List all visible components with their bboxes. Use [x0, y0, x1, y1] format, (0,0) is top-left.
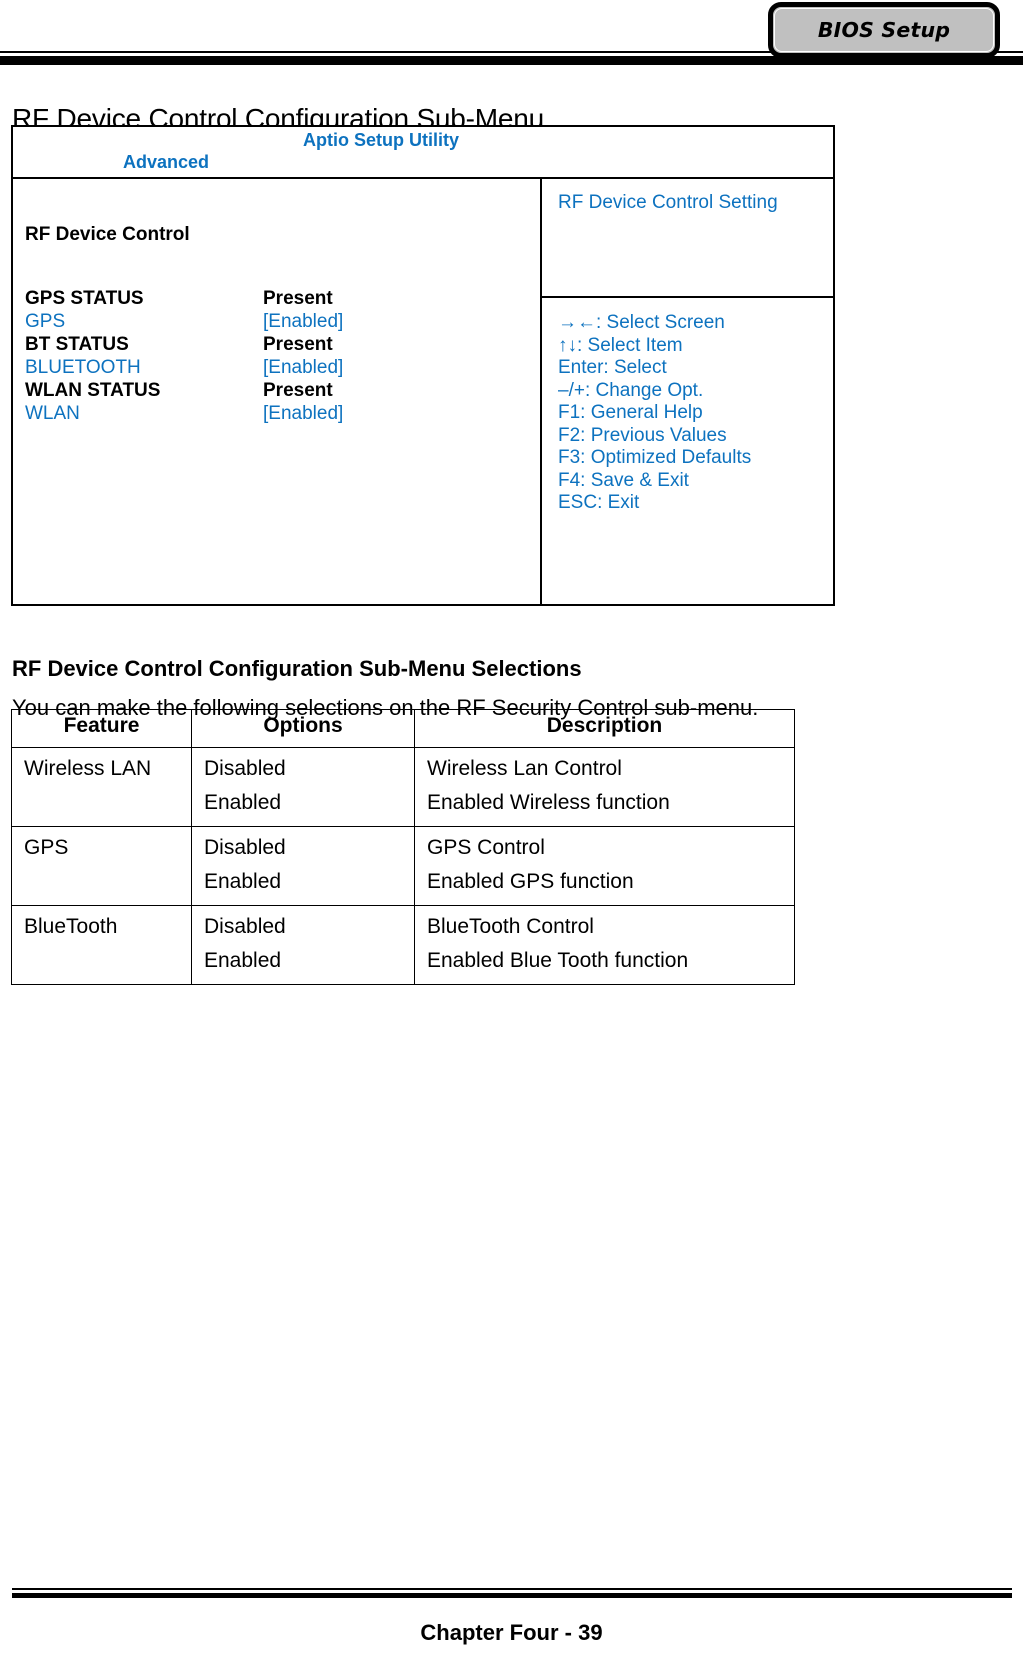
table-row: GPS Disabled Enabled GPS Control Enabled…: [11, 826, 795, 906]
column-header-options: Options: [191, 709, 415, 748]
cell-description: Wireless Lan Control Enabled Wireless fu…: [414, 747, 795, 827]
bios-item-label: BLUETOOTH: [25, 357, 141, 378]
key-legend-change-opt: –/+: Change Opt.: [558, 379, 704, 401]
feature-name: BlueTooth: [24, 915, 118, 938]
bios-row-gps-status: GPS STATUS Present: [25, 287, 525, 310]
table-header-row: Feature Options Description: [11, 709, 795, 748]
bios-body: RF Device Control GPS STATUS Present GPS…: [13, 179, 833, 604]
selections-table: Feature Options Description Wireless LAN…: [11, 709, 795, 985]
key-legend-previous-values: F2: Previous Values: [558, 424, 727, 446]
feature-spacer: [12, 944, 191, 978]
bios-group-label: RF Device Control: [25, 224, 190, 245]
footer-divider-thin: [12, 1588, 1012, 1590]
cell-description: GPS Control Enabled GPS function: [414, 826, 795, 906]
cell-options: Disabled Enabled: [191, 747, 415, 827]
bios-item-value[interactable]: [Enabled]: [263, 402, 343, 425]
bios-row-wlan[interactable]: WLAN [Enabled]: [25, 402, 525, 425]
cell-feature: Wireless LAN: [11, 747, 192, 827]
feature-name: GPS: [24, 836, 69, 859]
bios-row-gps[interactable]: GPS [Enabled]: [25, 310, 525, 333]
option-value: Disabled: [204, 757, 286, 780]
cell-description: BlueTooth Control Enabled Blue Tooth fun…: [414, 905, 795, 985]
description-line: GPS Control: [427, 836, 545, 859]
key-legend-enter-select: Enter: Select: [558, 357, 667, 378]
bios-item-value[interactable]: [Enabled]: [263, 310, 343, 333]
cell-options: Disabled Enabled: [191, 905, 415, 985]
key-legend-select-item: ↑↓: Select Item: [558, 334, 683, 356]
feature-name: Wireless LAN: [24, 757, 152, 780]
bios-help-panel: RF Device Control Setting: [542, 179, 833, 298]
bios-item-value[interactable]: [Enabled]: [263, 356, 343, 379]
bios-help-column: RF Device Control Setting →←: Select Scr…: [542, 179, 833, 604]
description-line: Enabled GPS function: [427, 870, 634, 893]
key-legend-select-screen: →←: Select Screen: [558, 312, 725, 333]
bios-setup-badge: BIOS Setup: [768, 2, 1000, 58]
bios-titlebar: Aptio Setup Utility Advanced: [13, 127, 833, 179]
key-legend-optimized-defaults: F3: Optimized Defaults: [558, 447, 752, 468]
bios-item-value: Present: [263, 334, 333, 355]
feature-spacer: [12, 786, 191, 820]
option-value: Enabled: [204, 949, 282, 972]
bios-tab-advanced[interactable]: Advanced: [123, 152, 209, 173]
bios-setup-badge-label: BIOS Setup: [817, 18, 951, 42]
column-header-feature: Feature: [11, 709, 192, 748]
bios-row-wlan-status: WLAN STATUS Present: [25, 379, 525, 402]
key-legend-general-help: F1: General Help: [558, 402, 703, 423]
table-row: BlueTooth Disabled Enabled BlueTooth Con…: [11, 905, 795, 985]
footer-page-label: Chapter Four - 39: [420, 1620, 603, 1645]
cell-feature: GPS: [11, 826, 192, 906]
option-value: Disabled: [204, 915, 286, 938]
bios-item-list: GPS STATUS Present GPS [Enabled] BT STAT…: [25, 287, 525, 425]
selections-heading: RF Device Control Configuration Sub-Menu…: [12, 656, 582, 682]
bios-item-label: WLAN: [25, 403, 80, 424]
bios-item-label: BT STATUS: [25, 334, 129, 355]
description-line: Enabled Blue Tooth function: [427, 949, 689, 972]
option-value: Enabled: [204, 791, 282, 814]
bios-row-bluetooth[interactable]: BLUETOOTH [Enabled]: [25, 356, 525, 379]
bios-key-legend: →←: Select Screen ↑↓: Select Item Enter:…: [558, 312, 751, 515]
key-legend-esc-exit: ESC: Exit: [558, 492, 640, 513]
bios-help-text: RF Device Control Setting: [558, 192, 778, 213]
bios-row-bt-status: BT STATUS Present: [25, 333, 525, 356]
option-value: Disabled: [204, 836, 286, 859]
key-legend-save-exit: F4: Save & Exit: [558, 469, 689, 491]
option-value: Enabled: [204, 870, 282, 893]
cell-options: Disabled Enabled: [191, 826, 415, 906]
bios-item-label: WLAN STATUS: [25, 380, 161, 401]
bios-item-label: GPS: [25, 311, 66, 332]
footer-divider-thick: [12, 1593, 1012, 1598]
description-line: Enabled Wireless function: [427, 791, 670, 814]
bios-utility-title: Aptio Setup Utility: [303, 130, 459, 150]
description-line: Wireless Lan Control: [427, 757, 622, 780]
bios-item-value: Present: [263, 380, 333, 401]
cell-feature: BlueTooth: [11, 905, 192, 985]
page-header: BIOS Setup: [0, 0, 1023, 70]
description-line: BlueTooth Control: [427, 915, 594, 938]
column-header-description: Description: [414, 709, 795, 748]
bios-item-value: Present: [263, 288, 333, 309]
feature-spacer: [12, 865, 191, 899]
bios-item-label: GPS STATUS: [25, 288, 144, 309]
bios-setup-screen: Aptio Setup Utility Advanced RF Device C…: [11, 125, 835, 606]
table-row: Wireless LAN Disabled Enabled Wireless L…: [11, 747, 795, 827]
bios-settings-column: RF Device Control GPS STATUS Present GPS…: [13, 179, 542, 604]
